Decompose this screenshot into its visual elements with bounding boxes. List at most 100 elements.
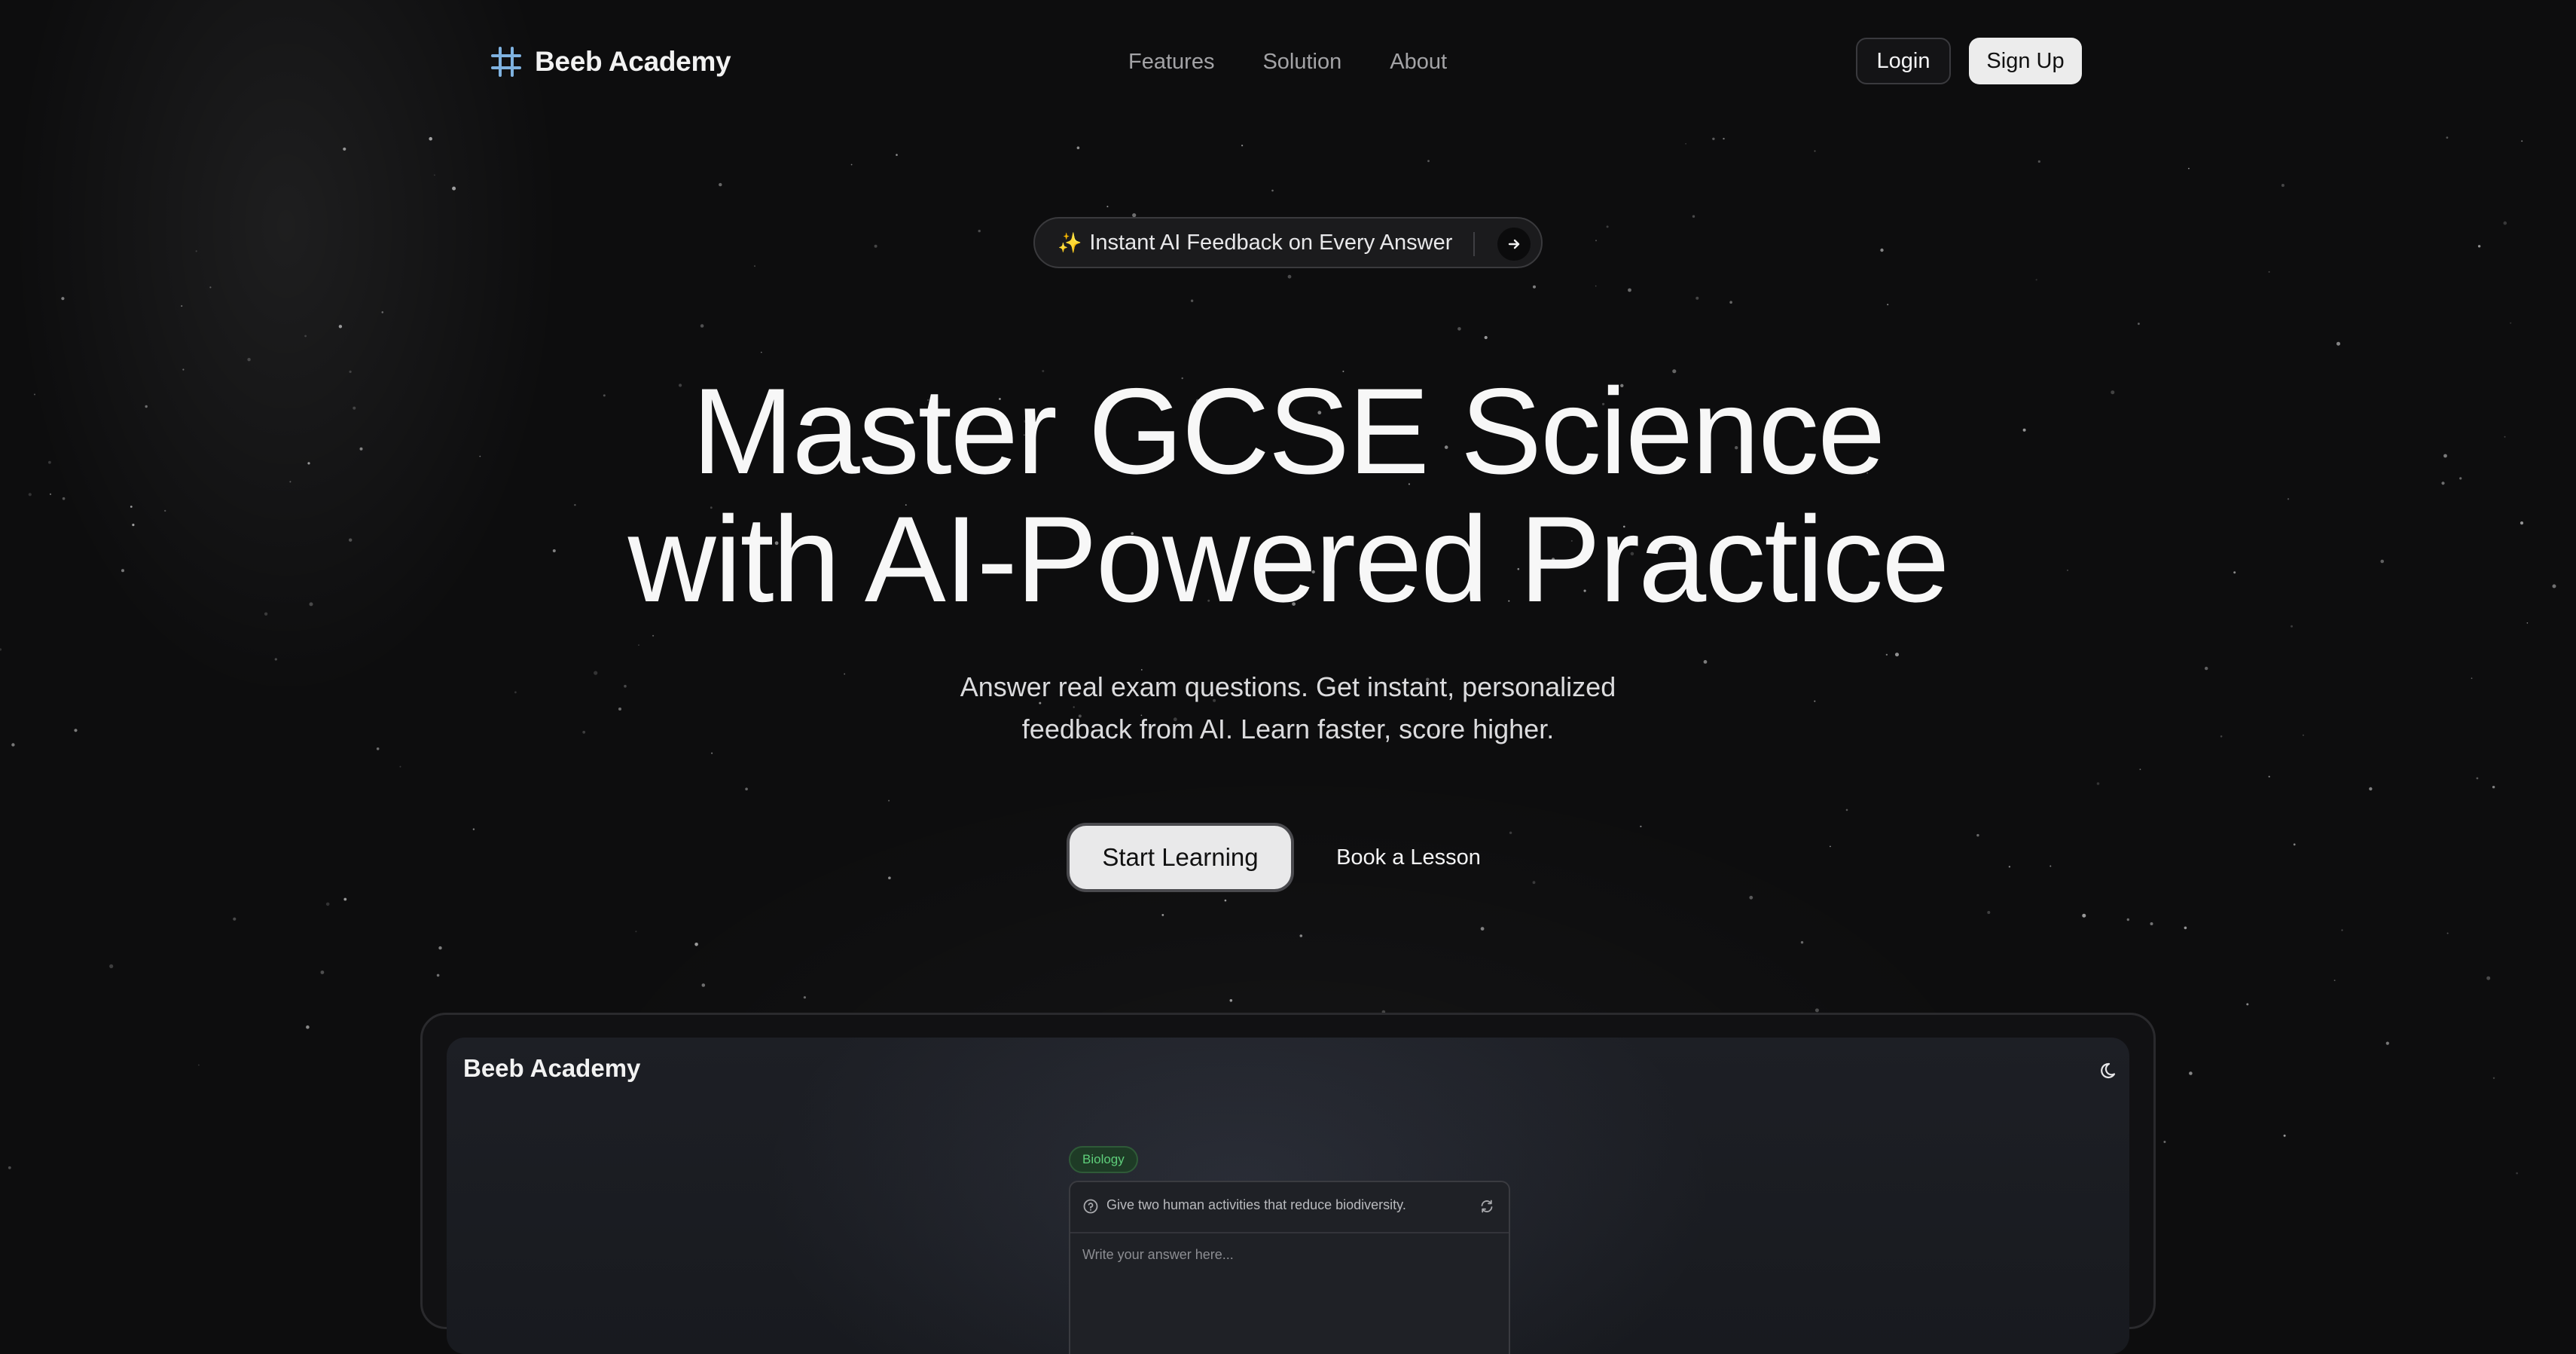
star-particle <box>2008 866 2011 868</box>
star-particle <box>74 729 78 732</box>
star-particle <box>978 229 981 233</box>
star-particle <box>1229 999 1233 1002</box>
star-particle <box>2035 279 2037 281</box>
star-particle <box>1814 700 1816 702</box>
star-particle <box>1241 145 1244 147</box>
star-particle <box>399 766 401 768</box>
star-particle <box>1830 845 1831 848</box>
star-particle <box>1076 146 1080 149</box>
star-particle <box>472 828 475 830</box>
star-particle <box>1106 206 1109 208</box>
star-particle <box>1685 143 1686 145</box>
star-particle <box>1723 137 1725 140</box>
star-particle <box>874 244 877 248</box>
star-particle <box>2385 1041 2389 1045</box>
star-particle <box>274 658 277 661</box>
star-particle <box>2268 775 2270 778</box>
star-particle <box>343 147 346 151</box>
star-particle <box>1606 225 1609 228</box>
star-particle <box>11 743 15 747</box>
star-particle <box>2268 270 2270 273</box>
star-particle <box>1427 160 1430 163</box>
star-particle <box>701 983 706 987</box>
star-particle <box>1692 215 1695 218</box>
star-particle <box>1299 934 1303 937</box>
moon-icon[interactable] <box>2101 1060 2120 1080</box>
star-particle <box>436 973 440 977</box>
star-particle <box>438 946 442 950</box>
star-particle <box>2139 769 2141 770</box>
top-navigation: Beeb Academy Features Solution About Log… <box>0 0 2576 124</box>
brand-logo[interactable]: Beeb Academy <box>490 41 731 83</box>
start-learning-button[interactable]: Start Learning <box>1070 826 1291 889</box>
star-particle <box>745 787 748 790</box>
star-particle <box>2341 929 2343 931</box>
star-particle <box>8 1166 11 1169</box>
star-particle <box>195 250 197 252</box>
question-text: Give two human activities that reduce bi… <box>1106 1197 1406 1212</box>
nav-links: Features Solution About <box>1128 42 1447 81</box>
star-particle <box>2246 1003 2249 1006</box>
question-card: Give two human activities that reduce bi… <box>1069 1181 1510 1354</box>
star-particle <box>429 136 432 141</box>
refresh-icon[interactable] <box>1479 1198 1495 1215</box>
star-particle <box>2281 184 2285 187</box>
star-particle <box>1287 274 1292 279</box>
star-particle <box>754 265 755 267</box>
star-particle <box>2291 625 2293 628</box>
signup-button[interactable]: Sign Up <box>1969 38 2082 84</box>
star-particle <box>304 335 307 338</box>
nav-link-solution[interactable]: Solution <box>1262 50 1341 75</box>
star-particle <box>2150 922 2153 925</box>
app-preview-frame: Beeb Academy Biology Give two human acti… <box>420 1013 2156 1354</box>
star-particle <box>652 634 655 637</box>
answer-input[interactable]: Write your answer here... <box>1082 1247 1234 1263</box>
hero-subtitle-line-1: Answer real exam questions. Get instant,… <box>960 671 1616 702</box>
star-particle <box>1509 831 1512 835</box>
star-particle <box>1895 653 1899 657</box>
help-circle-icon <box>1083 1199 1098 1214</box>
app-preview: Beeb Academy Biology Give two human acti… <box>447 1038 2129 1354</box>
star-particle <box>2050 865 2052 867</box>
star-particle <box>343 897 347 901</box>
star-particle <box>2369 787 2373 791</box>
star-particle <box>2302 734 2304 736</box>
star-particle <box>1457 327 1461 331</box>
hero-title-line-1: Master GCSE Science <box>691 363 1886 500</box>
hero-title-line-2: with AI-Powered Practice <box>627 491 1950 628</box>
star-particle <box>2446 136 2449 139</box>
star-particle <box>2126 918 2129 922</box>
star-particle <box>2096 782 2100 785</box>
announcement-pill[interactable]: ✨ Instant AI Feedback on Every Answer <box>1033 217 1543 268</box>
star-particle <box>1976 833 1979 837</box>
star-particle <box>2476 777 2479 780</box>
star-particle <box>2189 1071 2193 1075</box>
star-particle <box>594 671 598 675</box>
hero-subtitle: Answer real exam questions. Get instant,… <box>911 666 1665 750</box>
star-particle <box>1729 301 1732 304</box>
star-particle <box>624 684 627 688</box>
star-particle <box>2510 322 2512 324</box>
star-particle <box>844 673 846 675</box>
star-particle <box>1480 927 1485 931</box>
star-particle <box>2283 1134 2286 1137</box>
star-particle <box>1595 285 1597 287</box>
subject-tag: Biology <box>1069 1146 1138 1173</box>
book-lesson-button[interactable]: Book a Lesson <box>1326 826 1491 889</box>
star-particle <box>2163 1141 2166 1143</box>
star-particle <box>2503 221 2507 225</box>
nav-link-about[interactable]: About <box>1390 50 1447 75</box>
star-particle <box>1712 137 1715 140</box>
hero-title: Master GCSE Science with AI-Powered Prac… <box>0 368 2576 624</box>
star-particle <box>2521 140 2523 142</box>
star-particle <box>1800 941 1804 944</box>
star-particle <box>338 325 343 329</box>
star-particle <box>1749 895 1753 900</box>
login-button[interactable]: Login <box>1856 38 1951 84</box>
star-particle <box>514 691 517 694</box>
nav-link-features[interactable]: Features <box>1128 50 1214 75</box>
preview-brand: Beeb Academy <box>463 1054 641 1082</box>
star-particle <box>896 154 898 156</box>
arrow-right-icon[interactable] <box>1497 228 1531 261</box>
star-particle <box>2486 976 2491 980</box>
